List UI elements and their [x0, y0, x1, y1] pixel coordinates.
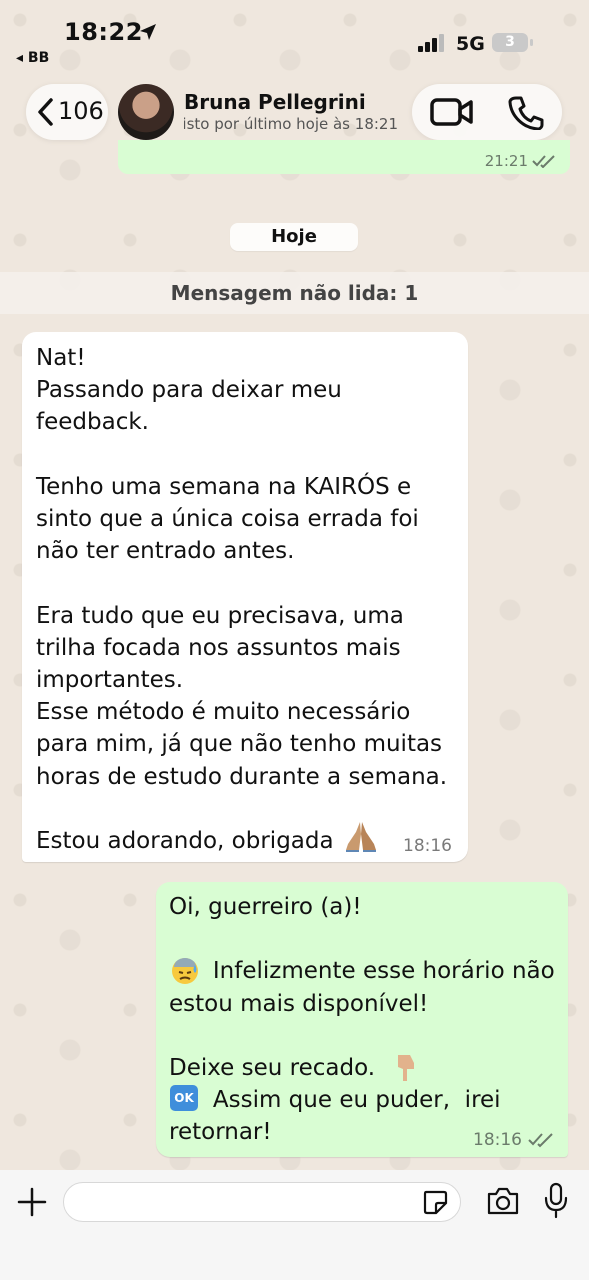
camera-icon[interactable]	[486, 1186, 520, 1216]
last-seen-text: visto por último hoje às 18:21	[184, 115, 398, 133]
ok-icon: OK	[170, 1085, 198, 1111]
microphone-icon[interactable]	[543, 1182, 569, 1220]
contact-name[interactable]: Bruna Pellegrini	[184, 90, 366, 114]
message-time: 21:21	[484, 152, 528, 170]
attach-plus-icon[interactable]	[16, 1186, 48, 1218]
cellular-signal-icon	[418, 34, 444, 52]
unread-messages-banner: Mensagem não lida: 1	[0, 272, 589, 314]
previous-message-bubble[interactable]: 21:21	[118, 140, 570, 174]
read-receipt-icon	[532, 155, 555, 168]
clock: 18:22	[64, 18, 143, 46]
back-to-app-link[interactable]: ◂ BB	[16, 50, 49, 66]
call-actions	[412, 84, 562, 140]
message-input[interactable]	[63, 1182, 461, 1222]
chevron-left-icon	[38, 98, 53, 126]
date-separator: Hoje	[230, 223, 358, 251]
message-composer	[0, 1170, 589, 1280]
battery-icon: 3	[492, 33, 528, 52]
network-type: 5G	[456, 33, 485, 55]
message-time: 18:16	[473, 1130, 522, 1150]
sticker-icon[interactable]	[422, 1189, 448, 1215]
praying-hands-icon	[346, 822, 376, 852]
voice-call-icon[interactable]	[508, 96, 544, 130]
unread-chats-count: 106	[58, 97, 104, 125]
outgoing-message-bubble[interactable]: Oi, guerreiro (a)! Infelizmente esse hor…	[156, 882, 568, 1157]
video-call-icon[interactable]	[430, 97, 474, 127]
back-button[interactable]: 106	[26, 84, 108, 140]
message-time: 18:16	[403, 836, 452, 856]
message-text: Oi, guerreiro (a)! Infelizmente esse hor…	[169, 894, 555, 1146]
contact-avatar[interactable]	[118, 84, 174, 140]
sweat-face-icon	[172, 958, 198, 984]
incoming-message-bubble[interactable]: Nat! Passando para deixar meu feedback. …	[22, 332, 468, 862]
message-text: Nat! Passando para deixar meu feedback. …	[36, 345, 448, 855]
pointing-down-icon	[398, 1055, 414, 1081]
read-receipt-icon	[528, 1133, 553, 1148]
location-arrow-icon	[140, 24, 156, 40]
battery-level: 3	[505, 34, 515, 50]
battery-tip	[530, 39, 533, 46]
status-bar: 18:22 ◂ BB 5G 3	[0, 0, 589, 80]
last-seen-status: visto por último hoje às 18:21	[184, 115, 398, 133]
